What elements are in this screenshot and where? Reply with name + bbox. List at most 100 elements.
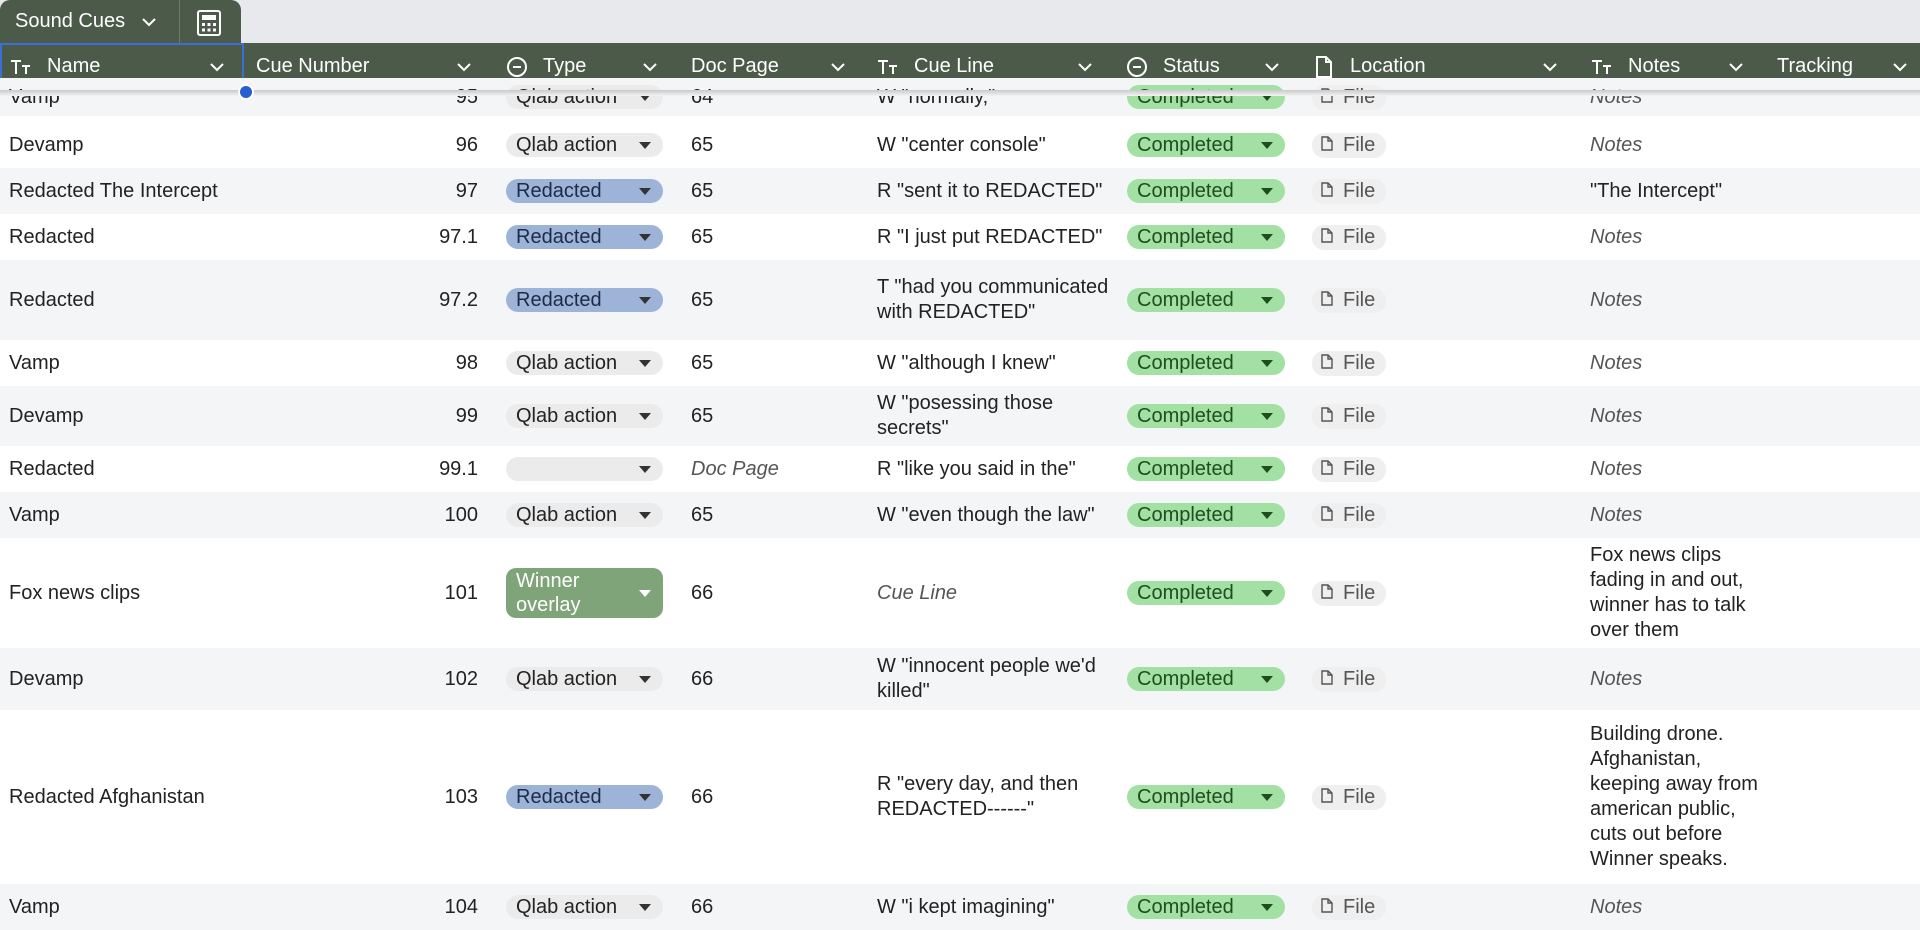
table-row[interactable]: Redacted Afghanistan 103 Redacted 66 R "ever… <box>0 710 1920 884</box>
table-row[interactable]: Vamp 98 Qlab action 65 W "although I knew" Co… <box>0 340 1920 386</box>
cell-type[interactable]: Qlab action <box>506 78 664 116</box>
chevron-down-icon[interactable] <box>1263 58 1281 76</box>
cell-name[interactable]: Vamp <box>9 492 249 538</box>
type-select[interactable]: Qlab action <box>506 667 663 691</box>
cell-type[interactable]: Redacted <box>506 168 664 214</box>
cell-notes[interactable]: Notes <box>1590 884 1765 930</box>
type-select[interactable]: Qlab action <box>506 85 663 109</box>
caret-down-icon[interactable] <box>1261 188 1273 195</box>
chevron-down-icon[interactable] <box>1076 58 1094 76</box>
table-row[interactable]: Redacted 97.1 Redacted 65 R "I just put REDA… <box>0 214 1920 260</box>
type-select[interactable] <box>506 457 663 481</box>
cell-cue-number[interactable]: 104 <box>250 884 478 930</box>
type-select[interactable]: Redacted <box>506 225 663 249</box>
cell-location[interactable]: File <box>1312 78 1512 116</box>
file-attachment[interactable]: File <box>1312 287 1387 313</box>
cell-doc-page[interactable]: 66 <box>691 538 861 648</box>
cell-name[interactable]: Redacted <box>9 446 249 492</box>
cell-cue-number[interactable]: 97.1 <box>250 214 478 260</box>
cell-name[interactable]: Fox news clips <box>9 538 249 648</box>
status-select[interactable]: Completed <box>1127 133 1285 157</box>
cell-status[interactable]: Completed <box>1127 446 1285 492</box>
cell-doc-page[interactable]: 65 <box>691 260 861 340</box>
table-row[interactable]: Devamp 99 Qlab action 65 W "posessing those … <box>0 386 1920 446</box>
type-select[interactable]: Qlab action <box>506 351 663 375</box>
cell-type[interactable] <box>506 446 664 492</box>
table-row[interactable]: Vamp 100 Qlab action 65 W "even though the l… <box>0 492 1920 538</box>
table-row[interactable]: Devamp 102 Qlab action 66 W "innocent people… <box>0 648 1920 710</box>
status-select[interactable]: Completed <box>1127 225 1285 249</box>
cell-notes[interactable]: Fox news clips fading in and out, winner… <box>1590 538 1765 648</box>
file-attachment[interactable]: File <box>1312 350 1387 376</box>
status-select[interactable]: Completed <box>1127 288 1285 312</box>
caret-down-icon[interactable] <box>1261 676 1273 683</box>
caret-down-icon[interactable] <box>639 512 651 519</box>
cell-status[interactable]: Completed <box>1127 492 1285 538</box>
cell-cue-number[interactable]: 103 <box>250 710 478 884</box>
cell-cue-line[interactable]: T "had you communicated with REDACTED" <box>877 260 1112 340</box>
cell-status[interactable]: Completed <box>1127 648 1285 710</box>
cell-location[interactable]: File <box>1312 492 1512 538</box>
cell-status[interactable]: Completed <box>1127 884 1285 930</box>
status-select[interactable]: Completed <box>1127 179 1285 203</box>
status-select[interactable]: Completed <box>1127 404 1285 428</box>
cell-name[interactable]: Vamp <box>9 340 249 386</box>
file-attachment[interactable]: File <box>1312 132 1387 158</box>
cell-type[interactable]: Winner overlay <box>506 538 664 648</box>
cell-cue-number[interactable]: 98 <box>250 340 478 386</box>
cell-doc-page[interactable]: 64 <box>691 78 861 116</box>
cell-cue-number[interactable]: 97 <box>250 168 478 214</box>
caret-down-icon[interactable] <box>1261 142 1273 149</box>
chevron-down-icon[interactable] <box>139 12 159 32</box>
cell-status[interactable]: Completed <box>1127 260 1285 340</box>
cell-cue-number[interactable]: 100 <box>250 492 478 538</box>
file-attachment[interactable]: File <box>1312 784 1387 810</box>
chevron-down-icon[interactable] <box>1541 58 1559 76</box>
file-attachment[interactable]: File <box>1312 403 1387 429</box>
cell-cue-line[interactable]: W "posessing those secrets" <box>877 386 1112 446</box>
cell-notes[interactable]: Building drone. Afghanistan, keeping awa… <box>1590 710 1765 884</box>
status-select[interactable]: Completed <box>1127 667 1285 691</box>
cell-location[interactable]: File <box>1312 446 1512 492</box>
cell-doc-page[interactable]: 65 <box>691 214 861 260</box>
cell-notes[interactable]: Notes <box>1590 648 1765 710</box>
cell-location[interactable]: File <box>1312 710 1512 884</box>
type-select[interactable]: Redacted <box>506 179 663 203</box>
cell-notes[interactable]: Notes <box>1590 78 1765 116</box>
table-row[interactable]: Vamp 104 Qlab action 66 W "i kept imagining"… <box>0 884 1920 930</box>
type-select[interactable]: Qlab action <box>506 404 663 428</box>
chevron-down-icon[interactable] <box>829 58 847 76</box>
cell-name[interactable]: Redacted Afghanistan <box>9 710 249 884</box>
cell-type[interactable]: Redacted <box>506 260 664 340</box>
cell-name[interactable]: Devamp <box>9 386 249 446</box>
cell-doc-page[interactable]: Doc Page <box>691 446 861 492</box>
cell-cue-line[interactable]: W "although I knew" <box>877 340 1112 386</box>
calculator-icon[interactable] <box>196 10 222 36</box>
cell-status[interactable]: Completed <box>1127 340 1285 386</box>
caret-down-icon[interactable] <box>1261 590 1273 597</box>
type-select[interactable]: Qlab action <box>506 895 663 919</box>
file-attachment[interactable]: File <box>1312 580 1387 606</box>
type-select[interactable]: Redacted <box>506 288 663 312</box>
table-row[interactable]: Fox news clips 101 Winner overlay 66 Cue Lin… <box>0 538 1920 648</box>
status-select[interactable]: Completed <box>1127 351 1285 375</box>
cell-notes[interactable]: Notes <box>1590 446 1765 492</box>
caret-down-icon[interactable] <box>639 590 651 597</box>
status-select[interactable]: Completed <box>1127 457 1285 481</box>
cell-doc-page[interactable]: 65 <box>691 340 861 386</box>
cell-location[interactable]: File <box>1312 168 1512 214</box>
cell-location[interactable]: File <box>1312 340 1512 386</box>
caret-down-icon[interactable] <box>1261 904 1273 911</box>
table-row[interactable]: Devamp 96 Qlab action 65 W "center console" C… <box>0 122 1920 168</box>
cell-type[interactable]: Qlab action <box>506 386 664 446</box>
cell-cue-line[interactable]: Cue Line <box>877 538 1112 648</box>
cell-doc-page[interactable]: 66 <box>691 648 861 710</box>
file-attachment[interactable]: File <box>1312 894 1387 920</box>
cell-name[interactable]: Devamp <box>9 648 249 710</box>
chevron-down-icon[interactable] <box>1727 58 1745 76</box>
caret-down-icon[interactable] <box>639 904 651 911</box>
cell-type[interactable]: Redacted <box>506 710 664 884</box>
cell-cue-number[interactable]: 95 <box>250 78 478 116</box>
status-select[interactable]: Completed <box>1127 85 1285 109</box>
cell-notes[interactable]: Notes <box>1590 214 1765 260</box>
